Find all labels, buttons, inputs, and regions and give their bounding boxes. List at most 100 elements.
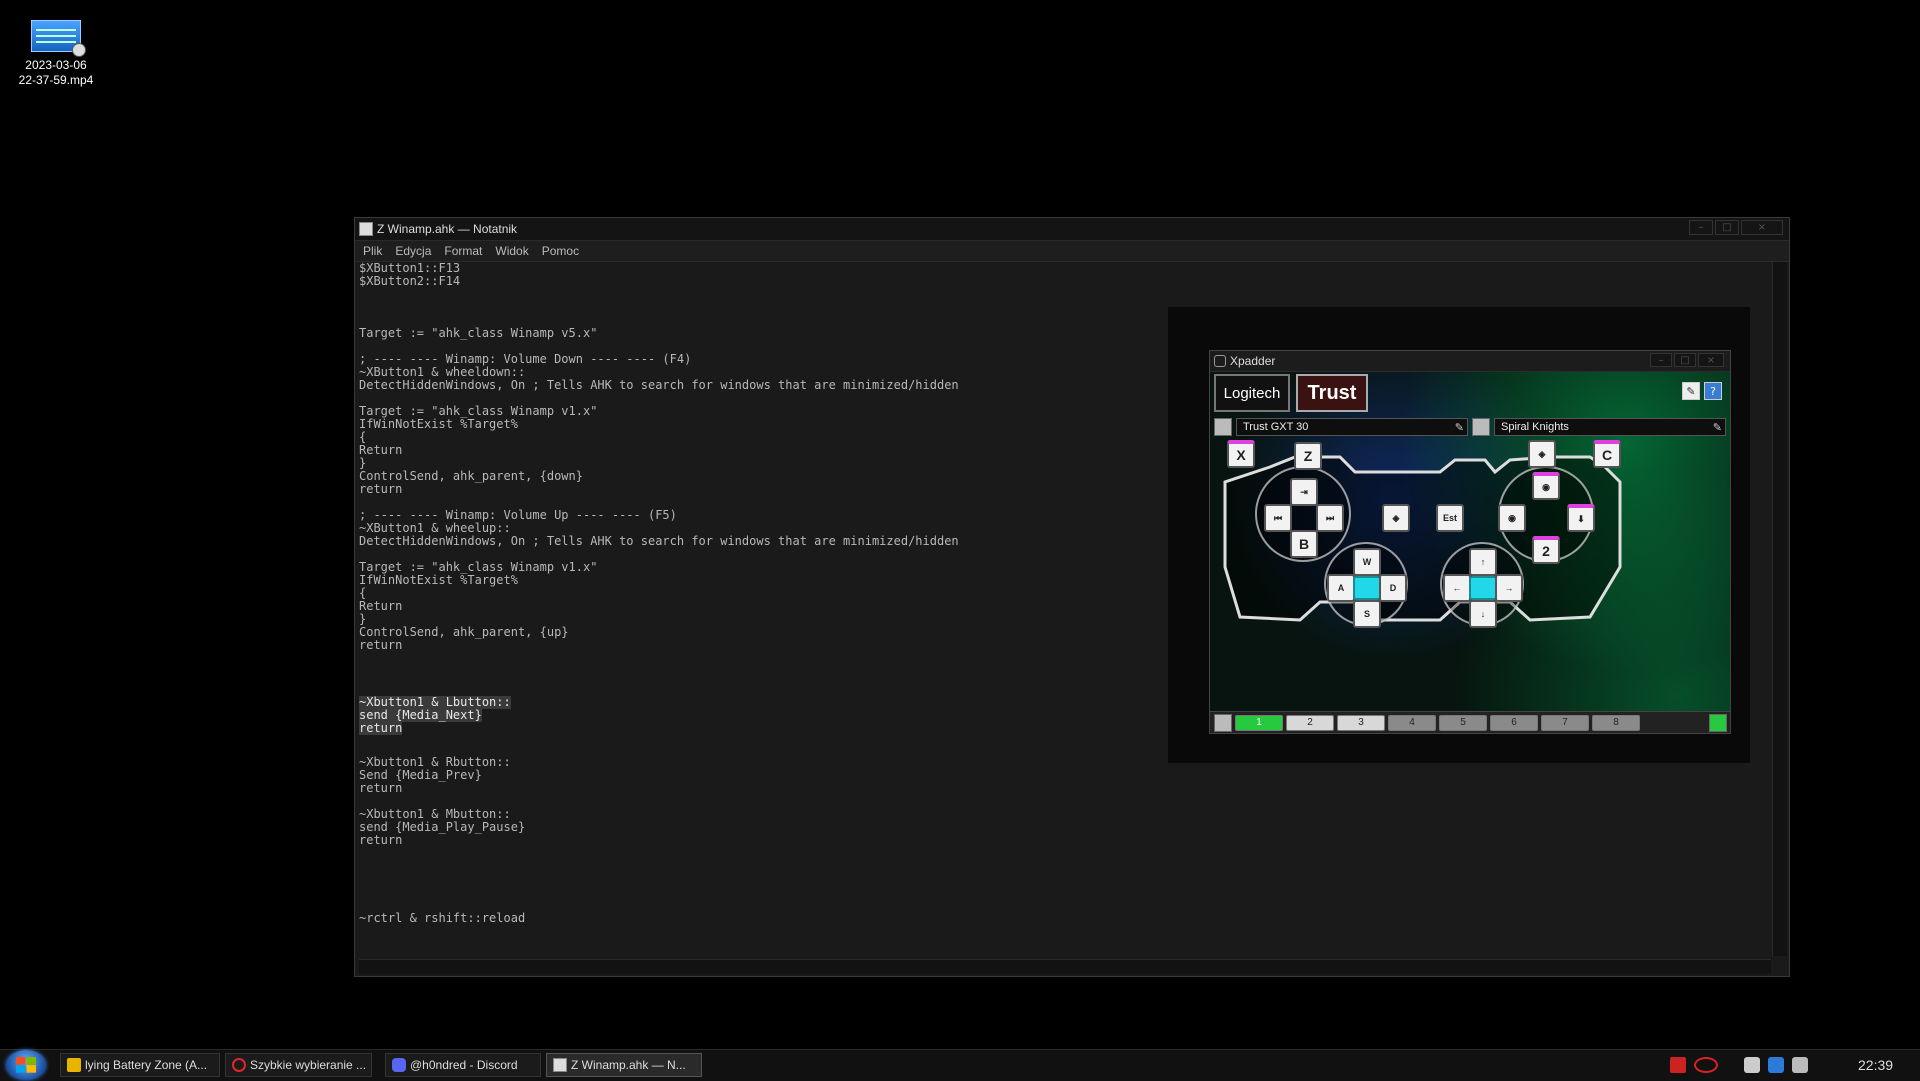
key-prev-track-icon[interactable]: ⏮ bbox=[1264, 504, 1292, 532]
key-2[interactable]: 2 bbox=[1532, 536, 1560, 564]
code-line[interactable]: return bbox=[359, 782, 1767, 795]
menu-widok[interactable]: Widok bbox=[495, 244, 528, 258]
menu-format[interactable]: Format bbox=[444, 244, 482, 258]
code-line[interactable]: send {Media_Play_Pause} bbox=[359, 821, 1767, 834]
key-ctrl-mouse[interactable]: ◈ bbox=[1528, 440, 1556, 468]
taskbar-item-discord[interactable]: @h0ndred - Discord bbox=[385, 1053, 541, 1077]
key-up-arrow[interactable]: ↑ bbox=[1469, 548, 1497, 576]
left-stick-center[interactable] bbox=[1353, 576, 1381, 600]
start-button[interactable] bbox=[6, 1050, 46, 1080]
key-d[interactable]: D bbox=[1379, 574, 1407, 602]
menubar: Plik Edycja Format Widok Pomoc bbox=[355, 241, 1789, 262]
taskbar-item-battery-zone[interactable]: lying Battery Zone (A... bbox=[60, 1053, 220, 1077]
code-line[interactable] bbox=[359, 873, 1767, 886]
xpadder-window: Xpadder – □ × Logitech Trust ✎ ? Trust G… bbox=[1209, 350, 1731, 734]
xpadder-title: Xpadder bbox=[1230, 354, 1276, 368]
code-line[interactable]: Send {Media_Prev} bbox=[359, 769, 1767, 782]
xpadder-body: Logitech Trust ✎ ? Trust GXT 30 ✎ Spiral… bbox=[1210, 372, 1730, 733]
clock[interactable]: 22:39 bbox=[1858, 1057, 1893, 1073]
key-next-track-icon[interactable]: ⏭ bbox=[1316, 504, 1344, 532]
set-5[interactable]: 5 bbox=[1439, 714, 1487, 731]
key-esc[interactable]: Est bbox=[1436, 504, 1464, 532]
key-down-arrow[interactable]: ⬇ bbox=[1567, 504, 1595, 532]
taskbar-item-label: lying Battery Zone (A... bbox=[85, 1058, 208, 1072]
discord-tray-icon[interactable] bbox=[1744, 1057, 1760, 1073]
key-mouse-left[interactable]: ◉ bbox=[1498, 504, 1526, 532]
set-6[interactable]: 6 bbox=[1490, 714, 1538, 731]
key-b[interactable]: B bbox=[1290, 530, 1318, 558]
key-down-arrow-stick[interactable]: ↓ bbox=[1469, 600, 1497, 628]
set-2[interactable]: 2 bbox=[1286, 714, 1334, 731]
key-tab[interactable]: ⇥ bbox=[1290, 478, 1318, 506]
horizontal-scrollbar[interactable] bbox=[359, 959, 1771, 974]
maximize-button[interactable]: □ bbox=[1715, 220, 1739, 235]
menu-edycja[interactable]: Edycja bbox=[395, 244, 431, 258]
key-x[interactable]: X bbox=[1227, 440, 1255, 468]
code-line[interactable]: $XButton1::F13 bbox=[359, 262, 1767, 275]
taskbar-item-notepad[interactable]: Z Winamp.ahk — N... bbox=[546, 1053, 702, 1077]
close-button[interactable]: × bbox=[1741, 220, 1783, 235]
code-line[interactable]: ~Xbutton1 & Mbutton:: bbox=[359, 808, 1767, 821]
key-ctrl-left[interactable]: ◈ bbox=[1382, 504, 1410, 532]
xpadder-maximize-button[interactable]: □ bbox=[1674, 353, 1696, 367]
code-line[interactable] bbox=[359, 886, 1767, 899]
desktop-icon-label-line2: 22-37-59.mp4 bbox=[18, 73, 94, 87]
code-line[interactable] bbox=[359, 795, 1767, 808]
notepad-title: Z Winamp.ahk — Notatnik bbox=[377, 222, 518, 236]
code-line[interactable] bbox=[359, 288, 1767, 301]
desktop-icon-video[interactable]: 2023-03-06 22-37-59.mp4 bbox=[8, 20, 104, 88]
code-line[interactable]: return bbox=[359, 722, 403, 735]
menu-plik[interactable]: Plik bbox=[363, 244, 382, 258]
key-z[interactable]: Z bbox=[1294, 442, 1322, 470]
gamepad-tray-icon[interactable] bbox=[1792, 1057, 1808, 1073]
code-line[interactable]: ~rctrl & rshift::reload bbox=[359, 912, 1767, 925]
discord-icon bbox=[392, 1058, 406, 1072]
key-c[interactable]: C bbox=[1593, 440, 1621, 468]
taskbar-item-label: @h0ndred - Discord bbox=[410, 1058, 518, 1072]
taskbar-item-opera[interactable]: Szybkie wybieranie ... bbox=[225, 1053, 372, 1077]
video-file-icon bbox=[31, 20, 86, 57]
xpadder-titlebar[interactable]: Xpadder – □ × bbox=[1210, 351, 1730, 372]
minimize-button[interactable]: – bbox=[1689, 220, 1713, 235]
set-bar: 1 2 3 4 5 6 7 8 bbox=[1210, 711, 1730, 733]
windows-logo-icon bbox=[16, 1057, 36, 1073]
key-w[interactable]: W bbox=[1353, 548, 1381, 576]
desktop-icon-label-line1: 2023-03-06 bbox=[25, 58, 87, 72]
taskbar-item-label: Z Winamp.ahk — N... bbox=[571, 1058, 686, 1072]
gamepad-layout: X Z ◈ C ⇥ ⏮ ⏭ B ◈ Est ◉ ◉ ⬇ 2 W A D S ↑ … bbox=[1210, 372, 1730, 733]
key-s[interactable]: S bbox=[1353, 600, 1381, 628]
vertical-scrollbar[interactable] bbox=[1772, 262, 1787, 956]
code-line[interactable] bbox=[359, 847, 1767, 860]
menu-pomoc[interactable]: Pomoc bbox=[542, 244, 579, 258]
xpadder-close-button[interactable]: × bbox=[1698, 353, 1724, 367]
notepad-icon bbox=[553, 1058, 567, 1072]
set-3[interactable]: 3 bbox=[1337, 714, 1385, 731]
set-selector-icon[interactable] bbox=[1214, 713, 1232, 732]
opera-icon bbox=[232, 1058, 246, 1072]
set-4[interactable]: 4 bbox=[1388, 714, 1436, 731]
system-tray bbox=[1670, 1056, 1808, 1074]
key-mouse-right[interactable]: ◉ bbox=[1532, 472, 1560, 500]
code-line[interactable]: $XButton2::F14 bbox=[359, 275, 1767, 288]
set-7[interactable]: 7 bbox=[1541, 714, 1589, 731]
ahk-icon bbox=[67, 1058, 81, 1072]
set-1[interactable]: 1 bbox=[1235, 714, 1283, 731]
notepad-titlebar[interactable]: Z Winamp.ahk — Notatnik – □ × bbox=[355, 218, 1789, 241]
right-stick-center[interactable] bbox=[1469, 576, 1497, 600]
red-app-tray-icon[interactable] bbox=[1670, 1057, 1686, 1073]
gamepad-icon bbox=[1214, 355, 1226, 367]
set-options-icon[interactable] bbox=[1709, 713, 1727, 732]
key-a[interactable]: A bbox=[1327, 574, 1355, 602]
key-right-arrow[interactable]: → bbox=[1495, 574, 1523, 602]
taskbar-item-label: Szybkie wybieranie ... bbox=[250, 1058, 367, 1072]
code-line[interactable]: return bbox=[359, 834, 1767, 847]
notepad-icon bbox=[359, 222, 373, 236]
set-8[interactable]: 8 bbox=[1592, 714, 1640, 731]
xpadder-minimize-button[interactable]: – bbox=[1650, 353, 1672, 367]
network-tray-icon[interactable] bbox=[1694, 1057, 1718, 1073]
tray-spacer bbox=[1726, 1057, 1736, 1073]
key-left-arrow[interactable]: ← bbox=[1443, 574, 1471, 602]
volume-tray-icon[interactable] bbox=[1768, 1057, 1784, 1073]
code-line[interactable] bbox=[359, 899, 1767, 912]
code-line[interactable] bbox=[359, 860, 1767, 873]
